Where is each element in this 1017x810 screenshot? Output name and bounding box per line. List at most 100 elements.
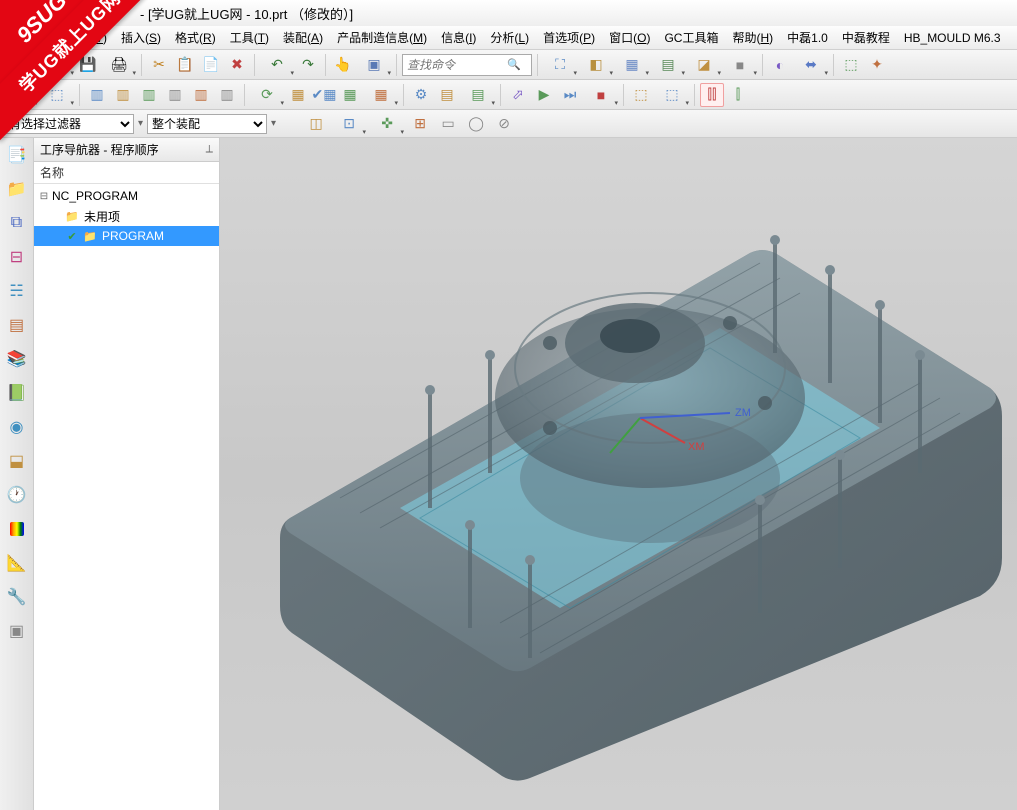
print-button[interactable]: 🖨▾ [102, 53, 136, 77]
op-aux-button[interactable]: ▥ [215, 83, 239, 107]
delete-button[interactable]: ✖ [225, 53, 249, 77]
create-tool-button[interactable]: ▥ [111, 83, 135, 107]
history-icon[interactable]: ⬓ [4, 448, 30, 474]
tree-item-unused[interactable]: 📁 未用项 [34, 206, 219, 226]
menu-item[interactable]: 格式(R) [168, 29, 223, 46]
menu-item[interactable]: 产品制造信息(M) [330, 29, 434, 46]
new-button[interactable]: 📄▾ [4, 53, 38, 77]
separator [500, 84, 501, 106]
m1-button[interactable]: ⫿⫿ [700, 83, 724, 107]
program-order-button[interactable]: 🗂▾ [4, 83, 38, 107]
m2-button[interactable]: ⫿ [726, 83, 750, 107]
opt2-button[interactable]: ⬚▾ [655, 83, 689, 107]
menu-item[interactable]: 窗口(O) [602, 29, 657, 46]
3d-viewport[interactable]: XM ZM [220, 138, 1017, 810]
nc-button[interactable]: ▤ [435, 83, 459, 107]
reuse-library-icon[interactable]: 📚 [4, 346, 30, 372]
verify-toolpath-button[interactable]: ▦ [286, 83, 310, 107]
menu-item[interactable]: GC工具箱 [657, 29, 725, 46]
operation-navigator-icon[interactable]: 📑 [4, 142, 30, 168]
shop-doc-button[interactable]: ▤▾ [461, 83, 495, 107]
step-button[interactable]: ⏭ [558, 83, 582, 107]
geometry-view-button[interactable]: ⬚▾ [40, 83, 74, 107]
list-toolpath-button[interactable]: ✔▦ [312, 83, 336, 107]
redo-button[interactable]: ↷ [296, 53, 320, 77]
layer-button[interactable]: ▤▾ [651, 53, 685, 77]
wcs-button[interactable]: ◪▾ [687, 53, 721, 77]
navigator-column-header[interactable]: 名称 [34, 162, 219, 184]
play-button[interactable]: ▶ [532, 83, 556, 107]
stop-button[interactable]: ■▾ [584, 83, 618, 107]
fit-view-button[interactable]: ⛶▾ [543, 53, 577, 77]
selection-filter-select[interactable]: 有选择过滤器 [4, 114, 134, 134]
expand-icon[interactable]: ⊟ [38, 191, 50, 202]
menu-item[interactable]: 帮助(H) [725, 29, 780, 46]
command-search-input[interactable] [407, 58, 507, 72]
hd3d-icon[interactable]: ◉ [4, 414, 30, 440]
color-button[interactable]: ■▾ [723, 53, 757, 77]
move-button[interactable]: ⬌▾ [794, 53, 828, 77]
machine-button[interactable]: ⚙ [409, 83, 433, 107]
save-button[interactable]: 💾 [76, 53, 100, 77]
sel-btn-4[interactable]: ⊞ [408, 112, 432, 136]
open-button[interactable]: 📂▾ [40, 53, 74, 77]
create-method-button[interactable]: ▥ [163, 83, 187, 107]
sel-btn-3[interactable]: ✜▾ [370, 112, 404, 136]
menu-item[interactable]: HB_MOULD M6.3 [897, 31, 1008, 45]
palette-icon[interactable] [4, 516, 30, 542]
sketch-icon[interactable]: 📐 [4, 550, 30, 576]
create-program-button[interactable]: ▥ [85, 83, 109, 107]
copy-button[interactable]: 📋 [173, 53, 197, 77]
menu-item[interactable]: 首选项(P) [536, 29, 602, 46]
sel-btn-6[interactable]: ◯ [464, 112, 488, 136]
render-button[interactable]: ◐ [768, 53, 792, 77]
tree-item-program[interactable]: ✔ 📁 PROGRAM [34, 226, 219, 246]
scope-dd-icon[interactable]: ▾ [271, 118, 276, 129]
command-search[interactable]: 🔍 [402, 54, 532, 76]
render-icon[interactable]: 🔧 [4, 584, 30, 610]
command-finder-button[interactable]: ▣▾ [357, 53, 391, 77]
touch-mode-button[interactable]: 👆 [331, 53, 355, 77]
menu-item[interactable]: 工具(T) [223, 29, 276, 46]
menu-item[interactable]: 分析(L) [483, 29, 536, 46]
sel-btn-2[interactable]: ⊡▾ [332, 112, 366, 136]
separator [833, 54, 834, 76]
opt1-button[interactable]: ⬚ [629, 83, 653, 107]
create-geometry-button[interactable]: ▥ [137, 83, 161, 107]
postprocess-button[interactable]: ▦▾ [364, 83, 398, 107]
pin-icon[interactable]: ⟂ [206, 143, 213, 156]
undo-button[interactable]: ↶▾ [260, 53, 294, 77]
layer-navigator-icon[interactable]: ▤ [4, 312, 30, 338]
cut-button[interactable]: ✂ [147, 53, 171, 77]
assembly-navigator-icon[interactable]: ⧉ [4, 210, 30, 236]
generate-toolpath-button[interactable]: ⟳▾ [250, 83, 284, 107]
explode-button[interactable]: ✦ [865, 53, 889, 77]
paste-button[interactable]: 📄 [199, 53, 223, 77]
sel-btn-7[interactable]: ⊘ [492, 112, 516, 136]
constraint-navigator-icon[interactable]: ⊟ [4, 244, 30, 270]
create-operation-button[interactable]: ▥ [189, 83, 213, 107]
render-style-button[interactable]: ▦▾ [615, 53, 649, 77]
menu-item[interactable]: 信息(I) [434, 29, 483, 46]
separator [254, 54, 255, 76]
assembly-scope-select[interactable]: 整个装配 [147, 114, 267, 134]
roles-icon[interactable]: 📗 [4, 380, 30, 406]
extra-icon[interactable]: ▣ [4, 618, 30, 644]
path-display-button[interactable]: ⬀ [506, 83, 530, 107]
menu-item[interactable]: 装配(A) [276, 29, 330, 46]
feature-navigator-icon[interactable]: ☵ [4, 278, 30, 304]
menu-item[interactable]: 中磊1.0 [780, 29, 835, 46]
menu-item[interactable]: 插入(S) [114, 29, 168, 46]
sel-btn-1[interactable]: ◫ [304, 112, 328, 136]
simulate-button[interactable]: ▦ [338, 83, 362, 107]
asm-button[interactable]: ⬚ [839, 53, 863, 77]
menu-item[interactable]: 视图(V) [60, 29, 114, 46]
filter-dd-icon[interactable]: ▾ [138, 118, 143, 129]
browser-icon[interactable]: 🕐 [4, 482, 30, 508]
menu-item[interactable]: 中磊教程 [835, 29, 897, 46]
sel-btn-5[interactable]: ▭ [436, 112, 460, 136]
toolbar-row-2: 🗂▾ ⬚▾ ▥ ▥ ▥ ▥ ▥ ▥ ⟳▾ ▦ ✔▦ ▦ ▦▾ ⚙ ▤ ▤▾ ⬀ … [0, 80, 1017, 110]
orient-view-button[interactable]: ◧▾ [579, 53, 613, 77]
tree-root[interactable]: ⊟ NC_PROGRAM [34, 186, 219, 206]
part-navigator-icon[interactable]: 📁 [4, 176, 30, 202]
